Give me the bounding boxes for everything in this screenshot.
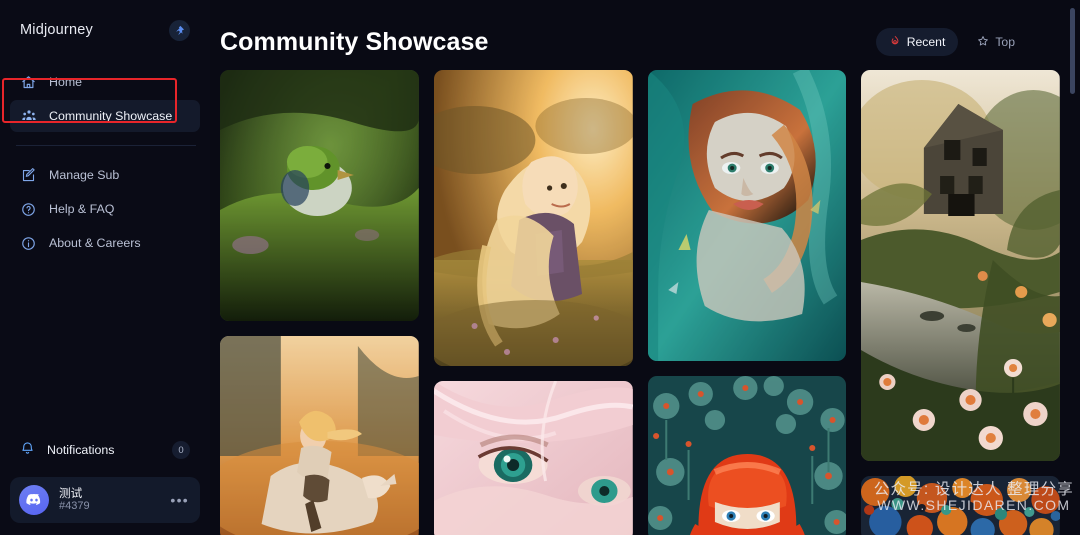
sidebar-item-community-showcase[interactable]: Community Showcase (10, 100, 200, 132)
artwork-image (647, 376, 847, 535)
artwork-image (647, 70, 847, 361)
user-meta: 测试 #4379 (59, 487, 160, 513)
people-group-icon (20, 108, 37, 125)
scrollbar-thumb[interactable] (1070, 8, 1075, 94)
pushpin-icon[interactable] (169, 19, 190, 41)
gallery-column (433, 70, 633, 535)
home-icon (20, 74, 37, 91)
notifications-row[interactable]: Notifications 0 (10, 434, 200, 466)
main-content: Community Showcase Recent Top 公众号: 设计达人 … (210, 0, 1080, 535)
flame-icon (889, 35, 901, 50)
bell-icon (20, 441, 35, 459)
user-name: 测试 (59, 487, 83, 501)
gallery-column (647, 70, 847, 535)
app-root: Midjourney Home Community Showcase Manag… (0, 0, 1080, 535)
gallery-column (861, 70, 1060, 535)
gallery-card-teal-portrait-red-hair[interactable] (647, 70, 847, 361)
showcase-masonry-grid (220, 70, 1060, 535)
page-header: Community Showcase Recent Top (210, 14, 1080, 70)
notifications-count-badge: 0 (172, 441, 190, 459)
sidebar-divider (16, 145, 196, 146)
artwork-image (433, 381, 633, 535)
info-circle-icon (20, 235, 37, 252)
filter-label: Recent (906, 35, 946, 49)
artwork-image (220, 70, 419, 321)
sidebar-item-label: Home (49, 74, 83, 89)
sidebar-footer: Notifications 0 测试 #4379 ••• (0, 434, 210, 535)
sidebar: Midjourney Home Community Showcase Manag… (0, 0, 210, 535)
sidebar-item-label: Help & FAQ (49, 201, 115, 216)
sidebar-item-manage-sub[interactable]: Manage Sub (10, 159, 200, 191)
sidebar-item-help-faq[interactable]: Help & FAQ (10, 193, 200, 225)
filter-recent[interactable]: Recent (875, 28, 959, 56)
discord-icon (19, 485, 49, 515)
sidebar-item-home[interactable]: Home (10, 66, 200, 98)
gallery-card-abandoned-house-by-stream[interactable] (861, 70, 1060, 461)
notifications-label: Notifications (47, 442, 115, 457)
gallery-card-blonde-rider-on-white-horse[interactable] (220, 336, 419, 535)
user-account-card[interactable]: 测试 #4379 ••• (10, 477, 200, 523)
brand-row: Midjourney (0, 17, 210, 43)
gallery-card-rapunzel-in-golden-field[interactable] (433, 70, 633, 366)
ellipsis-icon[interactable]: ••• (170, 492, 191, 508)
sidebar-item-label: Manage Sub (49, 167, 120, 182)
sidebar-item-label: About & Careers (49, 235, 141, 250)
sidebar-nav-secondary: Manage Sub Help & FAQ About & Careers (0, 159, 210, 259)
gallery-card-pink-hair-green-eye-closeup[interactable] (433, 381, 633, 535)
edit-square-icon (20, 167, 37, 184)
gallery-card-red-bob-haircut-flowers[interactable] (647, 376, 847, 535)
sidebar-item-about-careers[interactable]: About & Careers (10, 227, 200, 259)
star-icon (977, 35, 989, 50)
filter-label: Top (995, 35, 1015, 49)
artwork-image (861, 476, 1060, 535)
vertical-scrollbar[interactable] (1069, 0, 1077, 535)
question-circle-icon (20, 201, 37, 218)
page-title: Community Showcase (220, 27, 489, 56)
sidebar-nav-primary: Home Community Showcase (0, 66, 210, 132)
gallery-column (220, 70, 419, 535)
filter-group: Recent Top (875, 28, 1028, 56)
artwork-image (861, 70, 1060, 461)
brand-name: Midjourney (20, 22, 93, 38)
sidebar-item-label: Community Showcase (49, 108, 173, 123)
artwork-image (433, 70, 633, 366)
gallery-card-colorful-abstract-circles[interactable] (861, 476, 1060, 535)
artwork-image (220, 336, 419, 535)
user-tag: #4379 (59, 500, 90, 513)
gallery-card-green-bird-on-moss[interactable] (220, 70, 419, 321)
filter-top[interactable]: Top (964, 28, 1028, 56)
